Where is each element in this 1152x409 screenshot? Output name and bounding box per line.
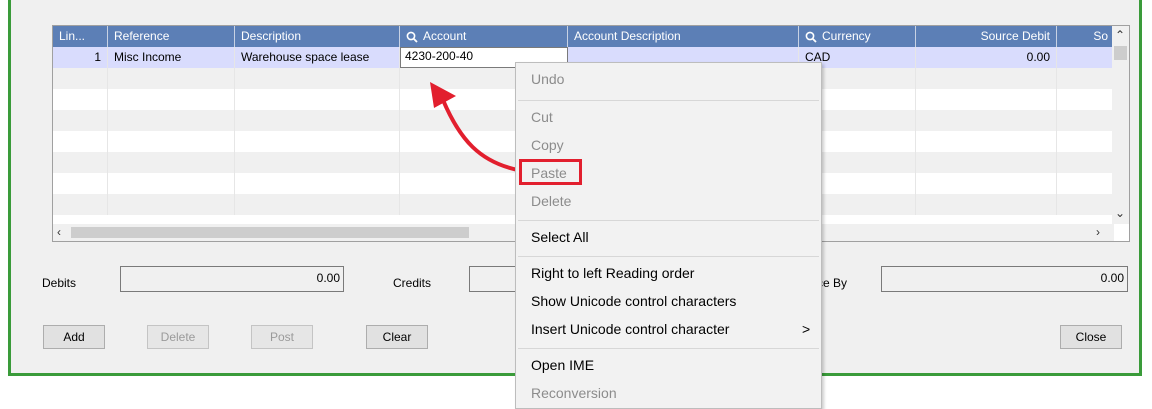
delete-button[interactable]: Delete: [147, 325, 209, 349]
menu-item-show-unicode[interactable]: Show Unicode control characters: [531, 293, 736, 309]
search-icon[interactable]: [805, 31, 817, 43]
col-header-description[interactable]: Description: [235, 26, 400, 47]
search-icon[interactable]: [406, 31, 418, 43]
menu-item-undo[interactable]: Undo: [531, 71, 564, 87]
menu-item-cut[interactable]: Cut: [531, 109, 553, 125]
credits-label: Credits: [393, 276, 432, 290]
menu-separator: [518, 220, 819, 221]
cell-source-credit[interactable]: [1057, 47, 1114, 68]
col-header-source-credit[interactable]: So: [1057, 26, 1114, 47]
menu-separator: [518, 348, 819, 349]
scroll-right-icon[interactable]: ›: [1096, 225, 1100, 239]
col-header-reference[interactable]: Reference: [108, 26, 235, 47]
scroll-down-icon[interactable]: ⌄: [1115, 206, 1125, 220]
menu-separator: [518, 100, 819, 101]
post-button[interactable]: Post: [251, 325, 313, 349]
cell-line[interactable]: 1: [53, 47, 108, 68]
debits-field: 0.00: [120, 266, 344, 292]
col-header-source-debit[interactable]: Source Debit: [916, 26, 1057, 47]
paste-highlight-box: [519, 159, 582, 185]
menu-item-reconversion[interactable]: Reconversion: [531, 385, 617, 401]
vertical-scroll-thumb[interactable]: [1114, 46, 1127, 60]
clear-button[interactable]: Clear: [366, 325, 428, 349]
col-header-line[interactable]: Lin...: [53, 26, 108, 47]
menu-item-rtl-reading-order[interactable]: Right to left Reading order: [531, 265, 694, 281]
add-button[interactable]: Add: [43, 325, 105, 349]
grid-header: Lin... Reference Description Account Acc…: [53, 26, 1114, 47]
horizontal-scroll-thumb[interactable]: [71, 227, 469, 238]
col-header-account-description[interactable]: Account Description: [568, 26, 799, 47]
menu-item-insert-unicode[interactable]: Insert Unicode control character: [531, 321, 729, 337]
scroll-up-icon[interactable]: ⌃: [1115, 28, 1125, 42]
vertical-scrollbar[interactable]: ⌃ ⌄: [1112, 26, 1129, 224]
menu-item-select-all[interactable]: Select All: [531, 229, 589, 245]
cell-source-debit[interactable]: 0.00: [916, 47, 1057, 68]
cell-reference[interactable]: Misc Income: [108, 47, 235, 68]
menu-item-copy[interactable]: Copy: [531, 137, 564, 153]
close-button[interactable]: Close: [1060, 325, 1122, 349]
out-of-balance-field: 0.00: [881, 266, 1128, 292]
menu-item-open-ime[interactable]: Open IME: [531, 357, 594, 373]
debits-label: Debits: [42, 276, 77, 290]
col-header-account[interactable]: Account: [400, 26, 568, 47]
cell-description[interactable]: Warehouse space lease: [235, 47, 400, 68]
scroll-left-icon[interactable]: ‹: [57, 225, 61, 239]
col-header-currency[interactable]: Currency: [799, 26, 916, 47]
menu-separator: [518, 256, 819, 257]
context-menu: Undo Cut Copy Paste Delete Select All Ri…: [515, 62, 822, 409]
menu-item-delete[interactable]: Delete: [531, 193, 571, 209]
chevron-right-icon: >: [802, 321, 811, 337]
arrow-annotation-icon: [430, 82, 520, 172]
